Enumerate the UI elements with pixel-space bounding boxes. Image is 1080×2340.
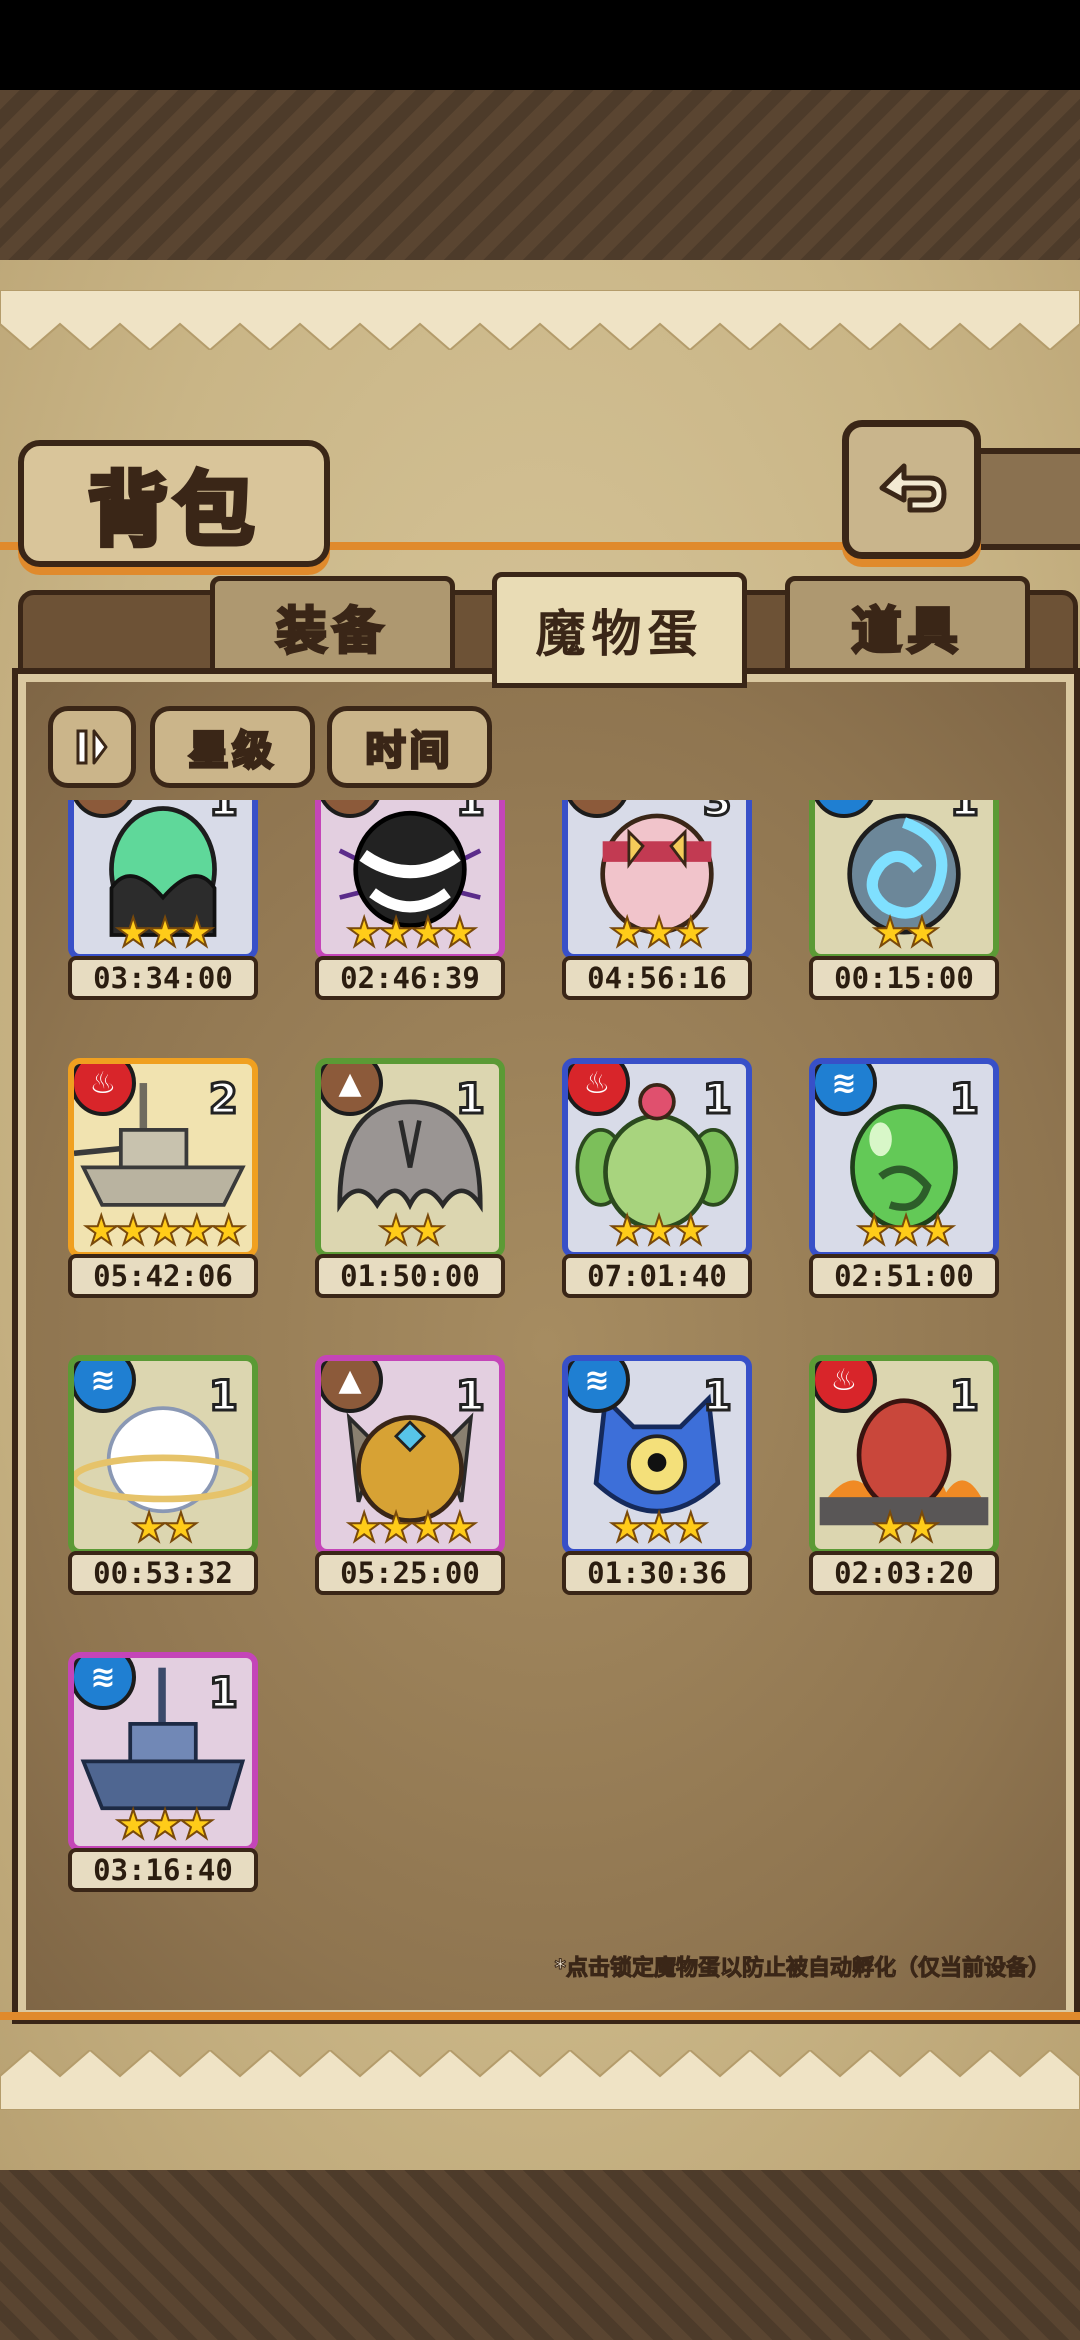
tab-monster-eggs-label: 魔物蛋 bbox=[535, 605, 704, 663]
star-rating: ★★ bbox=[377, 1207, 447, 1255]
back-arrow-icon bbox=[879, 463, 946, 512]
egg-card[interactable]: ≋ 1 ★★ 00:15:00 bbox=[799, 800, 1009, 1020]
back-button[interactable] bbox=[842, 420, 981, 559]
hatch-timer: 02:03:20 bbox=[809, 1551, 999, 1595]
egg-count: 1 bbox=[207, 1370, 239, 1422]
orange-rail-bottom bbox=[0, 2012, 1080, 2020]
page-title-plate: 背包 bbox=[18, 440, 330, 567]
zigzag-border-top bbox=[0, 290, 1080, 350]
hatch-timer: 05:25:00 bbox=[315, 1551, 505, 1595]
hatch-timer: 04:56:16 bbox=[562, 956, 752, 1000]
hatch-timer: 00:53:32 bbox=[68, 1551, 258, 1595]
egg-count: 1 bbox=[454, 1073, 486, 1125]
star-rating: ★★★ bbox=[608, 1207, 710, 1255]
hatch-timer: 07:01:40 bbox=[562, 1254, 752, 1298]
egg-card[interactable]: ≋ 1 ★★ 00:53:32 bbox=[58, 1355, 268, 1615]
sort-by-time-label: 时间 bbox=[364, 727, 454, 776]
sort-toggle-button[interactable] bbox=[48, 706, 136, 788]
map-background-bottom bbox=[0, 2170, 1080, 2340]
hatch-timer: 02:51:00 bbox=[809, 1254, 999, 1298]
egg-card[interactable]: ▲ 3 ★★★ 04:56:16 bbox=[552, 800, 762, 1020]
tab-equipment[interactable]: 装备 bbox=[210, 576, 455, 678]
hatch-timer: 03:34:00 bbox=[68, 956, 258, 1000]
sort-toggle-icon bbox=[76, 729, 108, 765]
star-rating: ★★★ bbox=[608, 909, 710, 957]
page-title: 背包 bbox=[86, 461, 260, 559]
tab-items[interactable]: 道具 bbox=[785, 576, 1030, 678]
star-rating: ★★★★ bbox=[345, 909, 478, 957]
egg-card[interactable]: ▲ 1 ★★★★ 05:25:00 bbox=[305, 1355, 515, 1615]
egg-count: 1 bbox=[701, 1370, 733, 1422]
hatch-timer: 01:30:36 bbox=[562, 1551, 752, 1595]
sort-by-star-button[interactable]: 星级 bbox=[150, 706, 315, 788]
egg-card[interactable]: ♨ 1 ★★ 02:03:20 bbox=[799, 1355, 1009, 1615]
star-rating: ★★★ bbox=[114, 1801, 216, 1849]
egg-card[interactable]: ▲ 1 ★★★ 03:34:00 bbox=[58, 800, 268, 1020]
star-rating: ★★★ bbox=[114, 909, 216, 957]
egg-count: 1 bbox=[701, 1073, 733, 1125]
egg-grid[interactable]: ▲ 1 ★★★ 03:34:00 ▲ 1 ★★★★ 02:46:39 bbox=[30, 800, 1050, 1980]
egg-card[interactable]: ▲ 1 ★★ 01:50:00 bbox=[305, 1058, 515, 1318]
hatch-timer: 02:46:39 bbox=[315, 956, 505, 1000]
status-bar bbox=[0, 0, 1080, 90]
egg-count: 1 bbox=[207, 1667, 239, 1719]
star-rating: ★★★★★ bbox=[82, 1207, 247, 1255]
star-rating: ★★★ bbox=[855, 1207, 957, 1255]
zigzag-border-bottom bbox=[0, 2050, 1080, 2110]
egg-card[interactable]: ▲ 1 ★★★★ 02:46:39 bbox=[305, 800, 515, 1020]
tab-items-label: 道具 bbox=[850, 601, 964, 662]
star-rating: ★★ bbox=[130, 1504, 200, 1552]
egg-count: 1 bbox=[948, 1073, 980, 1125]
egg-count: 1 bbox=[948, 1370, 980, 1422]
egg-count: 2 bbox=[207, 1073, 239, 1125]
sort-by-time-button[interactable]: 时间 bbox=[327, 706, 492, 788]
star-rating: ★★★ bbox=[608, 1504, 710, 1552]
map-background-top bbox=[0, 90, 1080, 260]
egg-card[interactable]: ♨ 2 ★★★★★ 05:42:06 bbox=[58, 1058, 268, 1318]
hatch-timer: 00:15:00 bbox=[809, 956, 999, 1000]
egg-card[interactable]: ≋ 1 ★★★ 02:51:00 bbox=[799, 1058, 1009, 1318]
egg-count: 1 bbox=[454, 800, 486, 827]
hatch-timer: 01:50:00 bbox=[315, 1254, 505, 1298]
egg-count: 3 bbox=[701, 800, 733, 827]
tab-monster-eggs[interactable]: 魔物蛋 bbox=[492, 572, 747, 688]
sort-by-star-label: 星级 bbox=[187, 727, 277, 776]
egg-card[interactable]: ≋ 1 ★★★ 03:16:40 bbox=[58, 1652, 268, 1912]
egg-card[interactable]: ♨ 1 ★★★ 07:01:40 bbox=[552, 1058, 762, 1318]
lock-hint-text: *点击锁定魔物蛋以防止被自动孵化（仅当前设备） bbox=[554, 1956, 1051, 1982]
egg-count: 1 bbox=[948, 800, 980, 827]
hatch-timer: 03:16:40 bbox=[68, 1848, 258, 1892]
star-rating: ★★★★ bbox=[345, 1504, 478, 1552]
tab-equipment-label: 装备 bbox=[275, 601, 389, 662]
egg-count: 1 bbox=[207, 800, 239, 827]
hatch-timer: 05:42:06 bbox=[68, 1254, 258, 1298]
star-rating: ★★ bbox=[871, 1504, 941, 1552]
egg-card[interactable]: ≋ 1 ★★★ 01:30:36 bbox=[552, 1355, 762, 1615]
star-rating: ★★ bbox=[871, 909, 941, 957]
egg-count: 1 bbox=[454, 1370, 486, 1422]
